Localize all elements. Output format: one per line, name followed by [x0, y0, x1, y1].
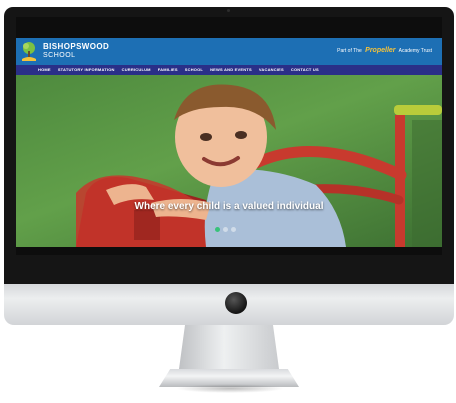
main-navigation: HOME STATUTORY INFORMATION CURRICULUM FA… [16, 65, 442, 75]
site-header: BISHOPSWOOD SCHOOL Part of The Propeller… [16, 38, 442, 65]
slider-dot-1[interactable] [215, 227, 220, 232]
school-name-line2: SCHOOL [43, 52, 76, 59]
trust-brand: Propeller [365, 47, 396, 54]
monitor-stand [179, 325, 279, 369]
slider-dot-3[interactable] [231, 227, 236, 232]
slider-dots [215, 227, 236, 232]
nav-item-contact-us[interactable]: CONTACT US [291, 67, 319, 73]
trust-badge[interactable]: Part of The Propeller Academy Trust [337, 47, 432, 54]
nav-item-home[interactable]: HOME [38, 67, 51, 73]
monitor-chin [4, 284, 454, 325]
slider-dot-2[interactable] [223, 227, 228, 232]
hero-slider: Where every child is a valued individual [16, 75, 442, 247]
hero-tagline: Where every child is a valued individual [134, 201, 324, 212]
apple-logo-icon [225, 292, 247, 314]
screen-bottom-strip [16, 247, 442, 255]
school-name[interactable]: BISHOPSWOOD SCHOOL [43, 42, 109, 60]
nav-item-statutory-information[interactable]: STATUTORY INFORMATION [58, 67, 115, 73]
nav-item-school[interactable]: SCHOOL [185, 67, 203, 73]
monitor-bezel: BISHOPSWOOD SCHOOL Part of The Propeller… [4, 7, 454, 284]
webcam-dot [227, 9, 230, 12]
tree-crest-icon[interactable] [20, 40, 38, 62]
nav-item-curriculum[interactable]: CURRICULUM [122, 67, 151, 73]
trust-prefix: Part of The [337, 48, 362, 54]
monitor-screen: BISHOPSWOOD SCHOOL Part of The Propeller… [16, 17, 442, 255]
screen-top-strip [16, 17, 442, 38]
nav-item-families[interactable]: FAMILIES [158, 67, 178, 73]
nav-item-news-and-events[interactable]: NEWS AND EVENTS [210, 67, 252, 73]
school-name-line1: BISHOPSWOOD [43, 42, 110, 51]
nav-item-vacancies[interactable]: VACANCIES [259, 67, 284, 73]
nav-list: HOME STATUTORY INFORMATION CURRICULUM FA… [38, 67, 319, 73]
monitor-shadow [176, 384, 284, 393]
trust-suffix: Academy Trust [398, 48, 432, 54]
hero-image [76, 84, 442, 247]
